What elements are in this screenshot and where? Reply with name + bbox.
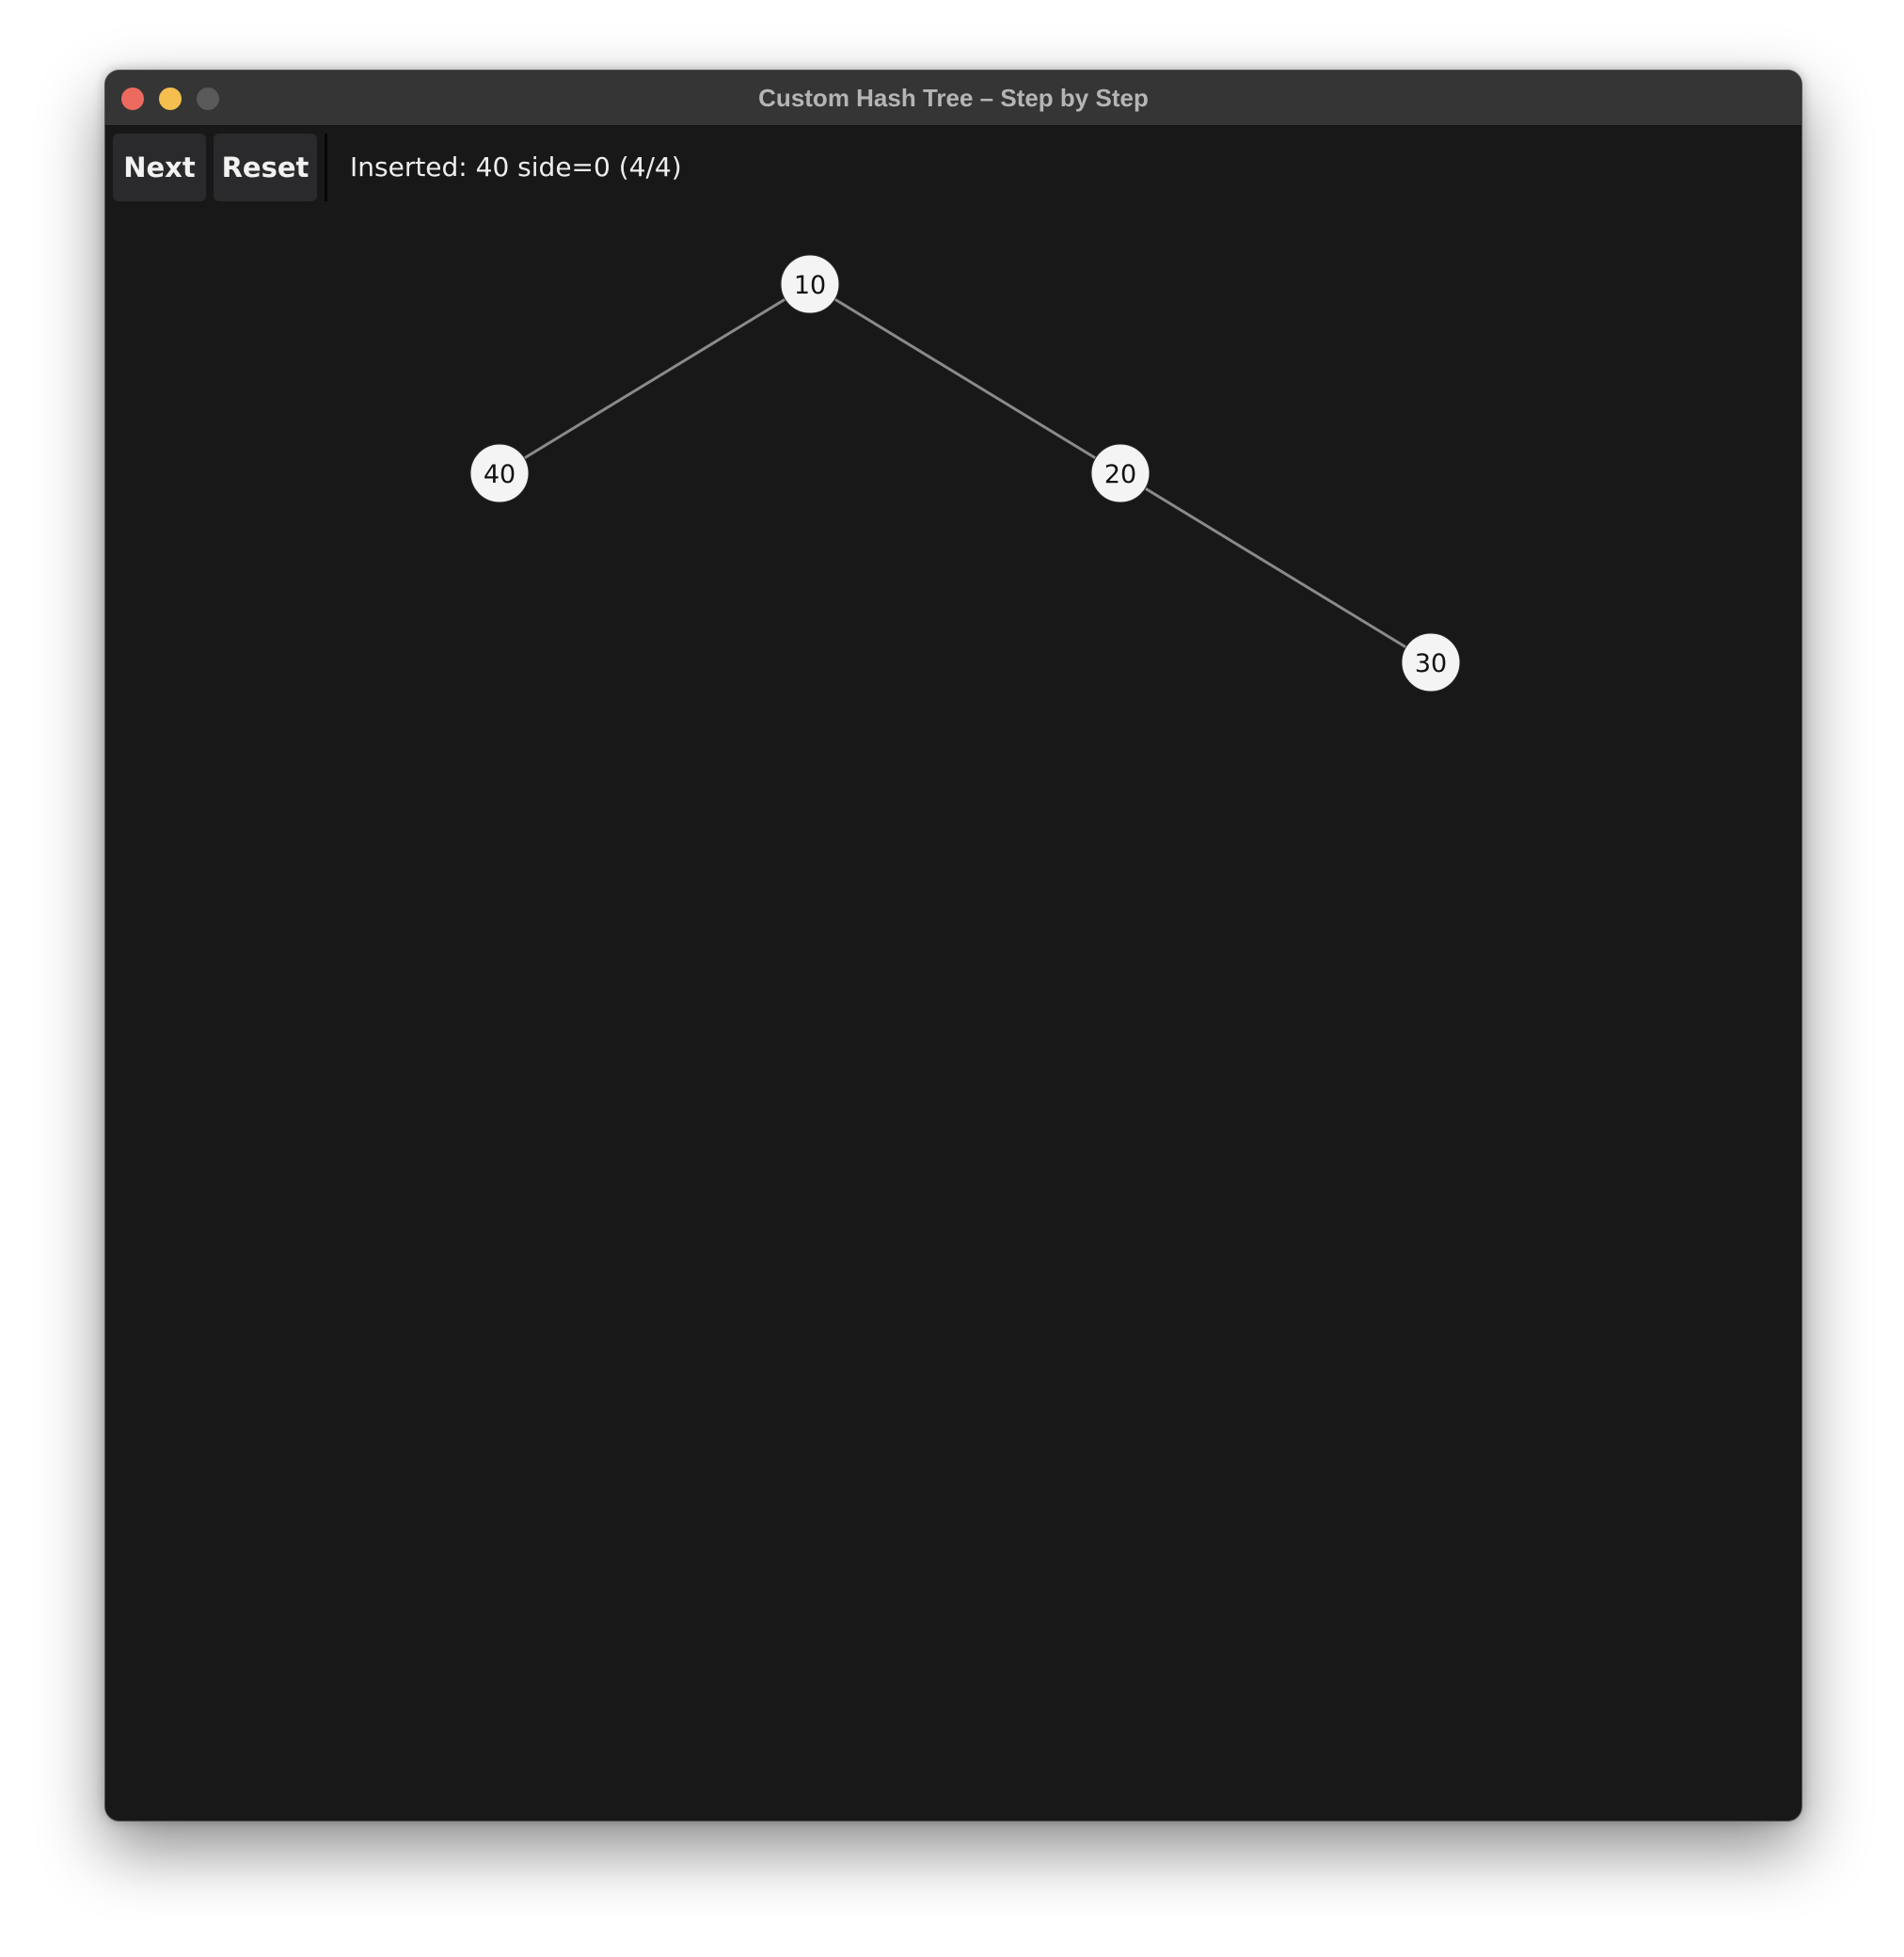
tree-node-label: 10 [794,271,826,300]
tree-node: 10 [780,254,840,314]
app-window: Custom Hash Tree – Step by Step Next Res… [104,70,1802,1822]
tree-node-label: 30 [1415,649,1447,678]
tree-edge [499,282,811,475]
tree-node: 30 [1401,632,1461,692]
tree-edge [1119,471,1432,664]
tree-node-label: 20 [1104,460,1136,489]
tree-node-label: 40 [484,460,516,489]
tree-diagram: 10 40 20 30 [469,254,1461,692]
tree-node: 40 [469,443,530,503]
tree-node: 20 [1090,443,1150,503]
tree-canvas: 10 40 20 30 [105,71,1801,1821]
tree-edge [809,282,1121,475]
